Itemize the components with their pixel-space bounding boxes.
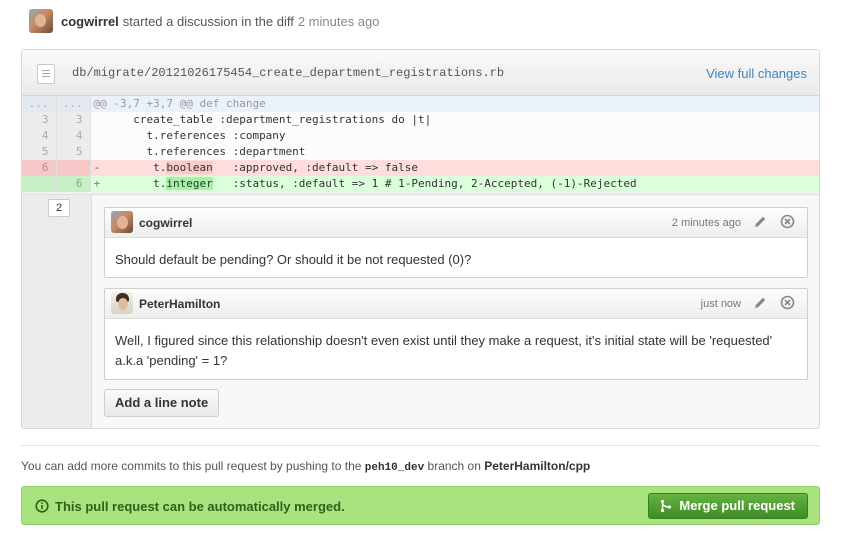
old-line-number[interactable]: 4 xyxy=(22,128,57,144)
new-line-number[interactable]: 3 xyxy=(56,112,91,128)
new-line-number[interactable] xyxy=(56,160,91,176)
code-text: t. xyxy=(100,161,167,174)
comment-card: cogwirrel 2 minutes ago Should default b… xyxy=(104,207,808,278)
diff-added-row: 6 + t.integer :status, :default => 1 # 1… xyxy=(22,176,819,192)
header-username[interactable]: cogwirrel xyxy=(61,14,119,29)
comment-card: PeterHamilton just now Well, I figured s… xyxy=(104,288,808,380)
diff-code: t.references :department xyxy=(90,144,819,160)
file-path: db/migrate/20121026175454_create_departm… xyxy=(72,66,505,80)
comment-timestamp[interactable]: 2 minutes ago xyxy=(672,217,741,229)
code-text: t. xyxy=(100,177,167,190)
diff-code: + t.integer :status, :default => 1 # 1-P… xyxy=(90,176,819,192)
push-info-middle: branch on xyxy=(424,459,485,473)
user-avatar-icon[interactable] xyxy=(29,9,53,33)
diff-table: ... ... @@ -3,7 +3,7 @@ def change 3 3 c… xyxy=(22,96,819,192)
diff-context-row: 5 5 t.references :department xyxy=(22,144,819,160)
old-line-number[interactable]: 6 xyxy=(22,160,57,176)
add-line-note-button[interactable]: Add a line note xyxy=(104,389,220,417)
merge-status-message: This pull request can be automatically m… xyxy=(55,499,345,514)
pencil-icon[interactable] xyxy=(753,296,767,310)
new-line-number[interactable]: ... xyxy=(56,96,91,112)
comment-body: Should default be pending? Or should it … xyxy=(115,252,472,267)
file-header: db/migrate/20121026175454_create_departm… xyxy=(22,50,819,96)
diff-code: @@ -3,7 +3,7 @@ def change xyxy=(90,96,819,112)
code-text: t.references :company xyxy=(93,129,286,142)
header-timestamp[interactable]: 2 minutes ago xyxy=(298,14,380,29)
merge-status-bar: This pull request can be automatically m… xyxy=(21,486,820,525)
merge-button-label: Merge pull request xyxy=(679,498,795,513)
diff-hunk-row: ... ... @@ -3,7 +3,7 @@ def change xyxy=(22,96,819,112)
user-avatar-icon[interactable] xyxy=(111,292,133,314)
code-highlight-added: integer xyxy=(166,177,213,190)
merge-pull-request-button[interactable]: Merge pull request xyxy=(648,493,808,519)
line-comments-area: 2 cogwirrel 2 minutes ago Should default… xyxy=(22,194,819,428)
diff-context-row: 3 3 create_table :department_registratio… xyxy=(22,112,819,128)
push-info-text: You can add more commits to this pull re… xyxy=(21,459,590,474)
discussion-header: cogwirrel started a discussion in the di… xyxy=(29,9,380,33)
info-circle-icon xyxy=(35,499,49,513)
comment-author[interactable]: PeterHamilton xyxy=(139,297,220,311)
push-info-prefix: You can add more commits to this pull re… xyxy=(21,459,365,473)
branch-name[interactable]: peh10_dev xyxy=(365,462,424,474)
comment-body: Well, I figured since this relationship … xyxy=(115,333,773,368)
view-full-changes-link[interactable]: View full changes xyxy=(706,66,807,81)
diff-code: t.references :company xyxy=(90,128,819,144)
code-highlight-deleted: boolean xyxy=(166,161,213,174)
comment-count-badge[interactable]: 2 xyxy=(48,199,70,217)
hunk-header-text: @@ -3,7 +3,7 @@ def change xyxy=(93,97,266,110)
user-avatar-icon[interactable] xyxy=(111,211,133,233)
code-text-rest: :approved, :default => false xyxy=(212,161,419,174)
code-text-rest: :status, :default => 1 # 1-Pending, 2-Ac… xyxy=(212,177,637,190)
diff-code: - t.boolean :approved, :default => false xyxy=(90,160,819,176)
new-line-number[interactable]: 5 xyxy=(56,144,91,160)
code-text: t.references :department xyxy=(93,145,306,158)
diff-context-row: 4 4 t.references :company xyxy=(22,128,819,144)
pencil-icon[interactable] xyxy=(753,215,767,229)
old-line-number[interactable]: 3 xyxy=(22,112,57,128)
diff-file-box: db/migrate/20121026175454_create_departm… xyxy=(21,49,820,429)
diff-deleted-row: 6 - t.boolean :approved, :default => fal… xyxy=(22,160,819,176)
old-line-number[interactable]: ... xyxy=(22,96,57,112)
repo-name[interactable]: PeterHamilton/cpp xyxy=(484,459,590,473)
comment-header: cogwirrel 2 minutes ago xyxy=(105,208,807,238)
code-text: create_table :department_registrations d… xyxy=(93,113,432,126)
new-line-number[interactable]: 4 xyxy=(56,128,91,144)
diff-code: create_table :department_registrations d… xyxy=(90,112,819,128)
close-circle-icon[interactable] xyxy=(780,295,795,310)
old-line-number[interactable]: 5 xyxy=(22,144,57,160)
comment-header: PeterHamilton just now xyxy=(105,289,807,319)
file-icon xyxy=(37,64,55,84)
merge-icon xyxy=(661,499,672,513)
comment-timestamp[interactable]: just now xyxy=(701,298,741,310)
close-circle-icon[interactable] xyxy=(780,214,795,229)
new-line-number[interactable]: 6 xyxy=(56,176,91,192)
divider xyxy=(21,445,820,446)
comments-gutter: 2 xyxy=(22,195,92,428)
header-action-text: started a discussion in the diff xyxy=(122,13,294,29)
comment-author[interactable]: cogwirrel xyxy=(139,216,192,230)
old-line-number[interactable] xyxy=(22,176,57,192)
